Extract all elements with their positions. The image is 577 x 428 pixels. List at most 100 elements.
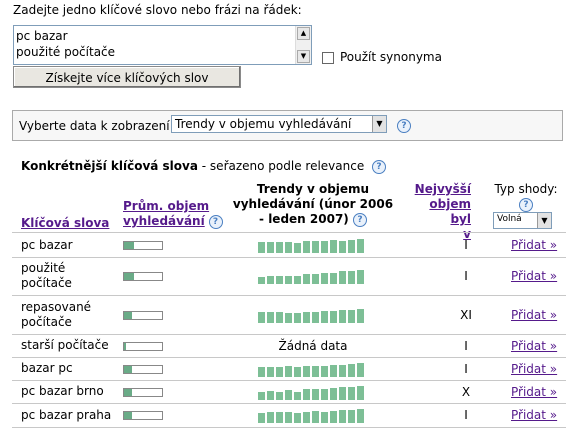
no-data-text: Žádná data [278, 338, 348, 353]
highest-volume-month: X [461, 384, 471, 399]
column-header-trends: Trendy v objemu vyhledávání (únor 2006 -… [232, 182, 394, 227]
trend-bar [357, 308, 364, 323]
avg-volume-fill [124, 365, 133, 373]
column-header-highest-volume[interactable]: Nejvyšší objem byl v [405, 182, 471, 242]
trend-bar [294, 276, 301, 284]
avg-volume-link-line[interactable]: vyhledávání [123, 214, 205, 228]
trend-bar [294, 366, 301, 377]
highest-volume-month: I [464, 338, 468, 353]
add-keyword-link[interactable]: Přidat » [511, 408, 557, 422]
keyword-text: použité [21, 261, 66, 275]
avg-volume-bar [123, 411, 163, 420]
trend-bar [267, 366, 274, 377]
trend-sparkline [258, 407, 368, 423]
trend-sparkline [258, 237, 368, 253]
keyword-cell: starší počítače [21, 338, 109, 353]
trend-bar [276, 366, 283, 377]
trend-bar [258, 413, 265, 423]
trend-sparkline [258, 384, 368, 400]
avg-volume-bar [123, 272, 163, 281]
trend-bar [330, 411, 337, 423]
help-icon[interactable]: ? [397, 119, 411, 133]
trend-sparkline [258, 268, 368, 284]
column-header-keyword[interactable]: Klíčová slova [21, 216, 109, 231]
trend-bar [258, 311, 265, 323]
trend-bar [294, 391, 301, 400]
row-divider [12, 357, 566, 358]
column-header-avg-volume[interactable]: Prům. objem vyhledávání ? [123, 199, 223, 229]
textarea-scrollbar[interactable]: ▲ ▼ [295, 26, 311, 64]
help-icon[interactable]: ? [372, 159, 387, 174]
section-title: Konkrétnější klíčová slova - seřazeno po… [21, 159, 387, 174]
synonyms-checkbox[interactable] [322, 51, 334, 64]
keyword-column-link[interactable]: Klíčová slova [21, 216, 109, 230]
trend-bar [330, 387, 337, 400]
highest-volume-month: I [464, 361, 468, 376]
keywords-textarea[interactable]: pc bazar použité počítače ▲ ▼ [13, 25, 312, 65]
keyword-input-prompt: Zadejte jedno klíčové slovo nebo frázi n… [13, 3, 302, 17]
trend-bar [348, 240, 355, 253]
help-icon[interactable]: ? [519, 197, 533, 212]
trend-bar [339, 271, 346, 284]
synonyms-label: Použít synonyma [340, 50, 442, 64]
highest-volume-month: I [464, 269, 468, 283]
add-keyword-link[interactable]: Přidat » [511, 269, 557, 283]
chevron-down-icon[interactable]: ▼ [537, 213, 551, 228]
avg-volume-link-line[interactable]: Prům. objem [123, 199, 223, 214]
keywords-lines: pc bazar použité počítače [16, 28, 115, 60]
trend-bar [276, 391, 283, 400]
trend-bar [303, 365, 310, 377]
trend-bar [294, 312, 301, 323]
highest-volume-link-line[interactable]: objem byl [405, 197, 471, 227]
trend-bar [321, 365, 328, 377]
keyword-text: počítače [21, 276, 72, 290]
add-keyword-link[interactable]: Přidat » [511, 339, 557, 353]
highest-volume-month: XI [460, 307, 472, 322]
add-keyword-link[interactable]: Přidat » [511, 385, 557, 399]
data-select-panel: Vyberte data k zobrazení: Trendy v objem… [12, 110, 563, 141]
match-type-select[interactable]: Volná ▼ [493, 212, 552, 229]
trend-bar [303, 274, 310, 284]
trend-bar [267, 311, 274, 323]
trend-bar [258, 277, 265, 284]
add-keyword-link[interactable]: Přidat » [511, 238, 557, 252]
trend-bar [339, 410, 346, 423]
data-select-dropdown[interactable]: Trendy v objemu vyhledávání ▼ [171, 115, 387, 133]
trend-bar [348, 363, 355, 377]
keyword-text: počítače [21, 314, 72, 329]
avg-volume-fill [124, 273, 134, 280]
scroll-down-icon[interactable]: ▼ [297, 50, 310, 63]
scroll-up-icon[interactable]: ▲ [297, 27, 310, 40]
trend-bar [285, 242, 292, 253]
more-keywords-button[interactable]: Získejte více klíčových slov [13, 66, 241, 88]
trend-bar [285, 389, 292, 400]
trend-bar [276, 276, 283, 284]
keyword-text: pc bazar [21, 237, 73, 252]
column-header-match-type: Typ shody: ? [486, 182, 566, 212]
trend-bar [357, 270, 364, 284]
trend-bar [303, 311, 310, 323]
add-keyword-link[interactable]: Přidat » [511, 362, 557, 376]
add-keyword-link[interactable]: Přidat » [511, 308, 557, 322]
trend-bar [312, 274, 319, 284]
help-icon[interactable]: ? [352, 212, 367, 227]
avg-volume-fill [124, 412, 133, 419]
keyword-text: bazar pc [21, 361, 73, 375]
highest-volume-link-line[interactable]: Nejvyšší [405, 182, 471, 197]
trend-bar [330, 310, 337, 323]
keyword-text: pc bazar brno [21, 384, 104, 398]
trend-bar [285, 312, 292, 323]
trend-bar [276, 242, 283, 253]
help-icon[interactable]: ? [208, 214, 223, 229]
synonyms-option[interactable]: Použít synonyma [322, 50, 442, 64]
avg-volume-bar [123, 387, 163, 397]
row-divider [12, 334, 566, 335]
trend-bar [357, 362, 364, 377]
trend-bar [267, 242, 274, 253]
row-divider [12, 403, 566, 404]
highest-volume-month: I [464, 238, 468, 252]
trend-bar [321, 273, 328, 284]
row-divider [12, 380, 566, 381]
chevron-down-icon[interactable]: ▼ [372, 116, 386, 132]
keyword-line: pc bazar [16, 29, 68, 43]
